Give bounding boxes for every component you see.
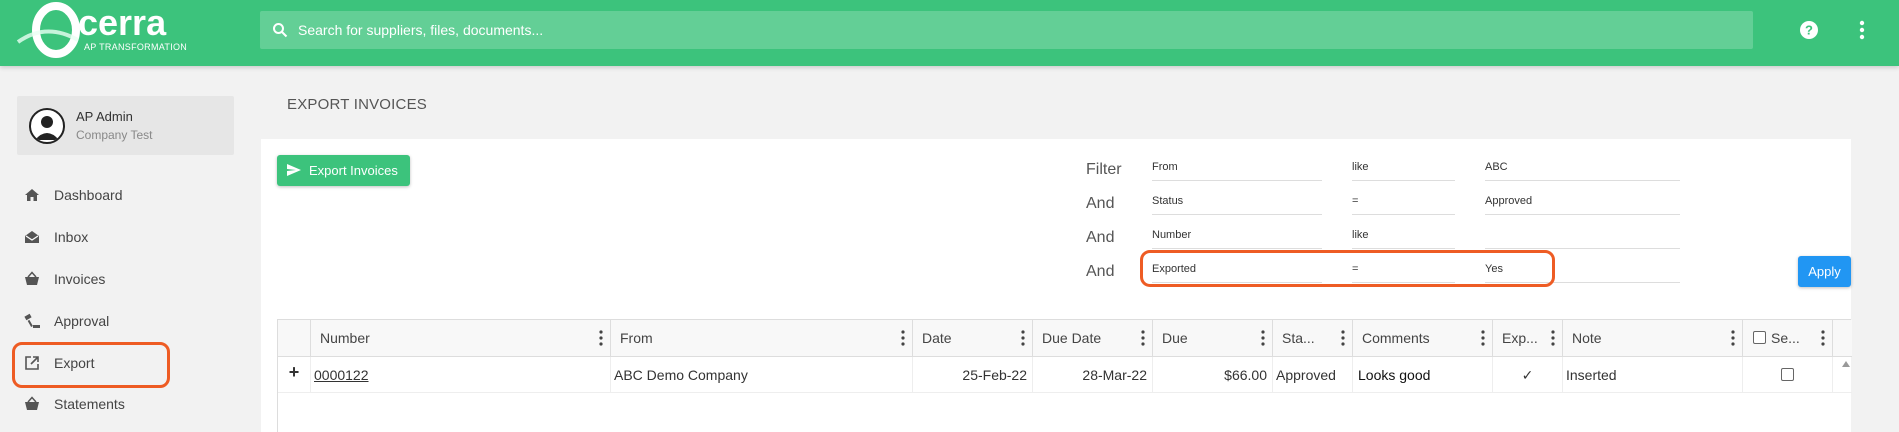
column-header-comments[interactable]: Comments (1353, 320, 1493, 357)
inbox-icon (25, 231, 39, 243)
column-menu-icon[interactable] (599, 330, 603, 346)
select-cell (1743, 357, 1833, 393)
user-avatar-icon (35, 116, 59, 140)
table-row[interactable]: + 0000122 ABC Demo Company 25-Feb-22 28-… (278, 357, 1852, 393)
filter-value[interactable]: ABC (1485, 159, 1680, 181)
sidebar-item-invoices[interactable]: Invoices (14, 260, 170, 298)
sidebar-item-label: Dashboard (54, 187, 123, 203)
column-header-status[interactable]: Sta... (1273, 320, 1353, 357)
date-cell: 25-Feb-22 (913, 357, 1033, 393)
export-panel: Export Invoices Filter From like ABC And… (261, 139, 1852, 432)
column-menu-icon[interactable] (1261, 330, 1265, 346)
user-name: AP Admin (76, 109, 133, 124)
filter-row: And Number like (261, 227, 1851, 257)
export-highlight (12, 342, 170, 388)
help-icon[interactable]: ? (1799, 20, 1819, 40)
column-menu-icon[interactable] (1731, 330, 1735, 346)
status-cell: Approved (1273, 357, 1353, 393)
select-all-checkbox[interactable] (1753, 331, 1766, 344)
svg-text:?: ? (1805, 23, 1813, 38)
expand-column-header (278, 320, 311, 357)
filter-conjunction: Filter (1086, 161, 1122, 178)
exported-check-icon: ✓ (1493, 357, 1563, 393)
filter-row: And Status = Approved (261, 193, 1851, 223)
row-select-checkbox[interactable] (1781, 368, 1794, 381)
filter-row: Filter From like ABC (261, 159, 1851, 189)
invoice-number-link[interactable]: 0000122 (314, 367, 369, 383)
apply-button[interactable]: Apply (1798, 256, 1851, 287)
column-menu-icon[interactable] (1481, 330, 1485, 346)
sidebar-item-label: Statements (54, 396, 125, 412)
more-vert-icon[interactable] (1852, 18, 1872, 42)
logo-subtitle: AP TRANSFORMATION (84, 42, 188, 52)
filter-operator[interactable]: = (1352, 193, 1455, 215)
search-icon (273, 23, 288, 38)
column-menu-icon[interactable] (1551, 330, 1555, 346)
from-cell: ABC Demo Company (611, 357, 913, 393)
search-bar[interactable] (260, 11, 1753, 49)
grid-header: Number From Date Due Date Due Sta... Com… (278, 320, 1852, 357)
logo[interactable]: cerra AP TRANSFORMATION (16, 2, 196, 58)
filter-operator[interactable]: like (1352, 159, 1455, 181)
due-date-cell: 28-Mar-22 (1033, 357, 1153, 393)
sidebar-item-approval[interactable]: Approval (14, 302, 170, 340)
filter-value[interactable] (1485, 227, 1680, 249)
column-menu-icon[interactable] (901, 330, 905, 346)
filter-conjunction: And (1086, 229, 1115, 246)
logo-text: cerra (78, 2, 167, 43)
note-cell: Inserted (1563, 357, 1743, 393)
column-header-due-date[interactable]: Due Date (1033, 320, 1153, 357)
exported-filter-highlight (1140, 250, 1555, 287)
search-input[interactable] (298, 11, 1738, 49)
column-header-due[interactable]: Due (1153, 320, 1273, 357)
basket-icon (25, 271, 39, 285)
column-header-from[interactable]: From (611, 320, 913, 357)
column-header-date[interactable]: Date (913, 320, 1033, 357)
home-icon (25, 189, 39, 201)
filter-field[interactable]: Number (1152, 227, 1322, 249)
scroll-up-arrow-icon[interactable] (1842, 361, 1850, 367)
sidebar-item-label: Invoices (54, 271, 106, 287)
column-menu-icon[interactable] (1341, 330, 1345, 346)
sidebar-item-dashboard[interactable]: Dashboard (14, 176, 170, 214)
sidebar-item-inbox[interactable]: Inbox (14, 218, 170, 256)
column-menu-icon[interactable] (1141, 330, 1145, 346)
sidebar-item-statements[interactable]: Statements (14, 385, 170, 423)
filter-field[interactable]: From (1152, 159, 1322, 181)
column-header-number[interactable]: Number (311, 320, 611, 357)
column-header-select[interactable]: Se... (1743, 320, 1833, 357)
basket-icon (25, 396, 39, 410)
filter-conjunction: And (1086, 195, 1115, 212)
top-bar: cerra AP TRANSFORMATION ? (0, 0, 1899, 66)
page-title: EXPORT INVOICES (287, 96, 427, 113)
avatar (29, 108, 65, 144)
invoice-grid: Number From Date Due Date Due Sta... Com… (277, 319, 1852, 432)
gavel-icon (24, 313, 40, 328)
comments-cell: Looks good (1353, 357, 1493, 393)
expand-row-button[interactable]: + (278, 357, 311, 393)
sidebar-item-label: Approval (54, 313, 110, 329)
filter-field[interactable]: Status (1152, 193, 1322, 215)
user-company: Company Test (76, 128, 153, 142)
filter-conjunction: And (1086, 263, 1115, 280)
column-header-exported[interactable]: Exp... (1493, 320, 1563, 357)
invoice-number-cell: 0000122 (311, 357, 611, 393)
column-menu-icon[interactable] (1021, 330, 1025, 346)
column-header-note[interactable]: Note (1563, 320, 1743, 357)
column-menu-icon[interactable] (1821, 330, 1825, 346)
filter-operator[interactable]: like (1352, 227, 1455, 249)
user-card[interactable]: AP Admin Company Test (17, 96, 234, 155)
filter-row: And Exported = Yes (261, 261, 1851, 291)
logo-mark-icon (16, 2, 80, 58)
filter-value[interactable]: Approved (1485, 193, 1680, 215)
due-amount-cell: $66.00 (1153, 357, 1273, 393)
sidebar-item-label: Inbox (54, 229, 89, 245)
